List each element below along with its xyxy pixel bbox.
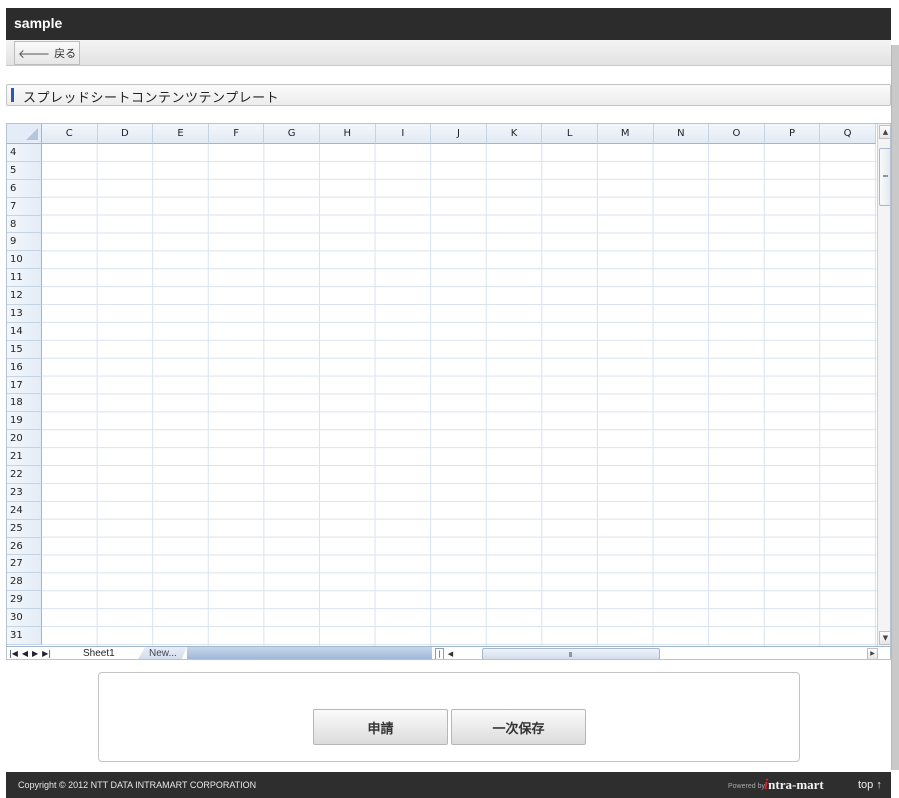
section-title: スプレッドシートコンテンツテンプレート [23,91,280,106]
first-sheet-icon[interactable]: |◀ [9,647,18,659]
spreadsheet-grid: CDEFGHIJKLMNOPQ 4 5 6 7 8 9 10 11 12 13 14 15 16 17 18… [7,124,877,646]
row-header[interactable]: 19 [7,412,42,431]
column-headers: CDEFGHIJKLMNOPQ [42,124,876,144]
row-header[interactable]: 7 [7,197,42,216]
row-header[interactable]: 8 [7,215,42,234]
row-header[interactable]: 29 [7,591,42,610]
horizontal-scrollbar[interactable]: | ◀ ▶ [435,647,885,659]
temp-save-button[interactable]: 一次保存 [451,709,586,745]
row-header[interactable]: 21 [7,448,42,467]
row-header[interactable]: 30 [7,609,42,628]
tab-splitter-icon[interactable]: | [435,648,444,659]
vertical-scrollbar[interactable]: ▲ ▼ [877,124,890,646]
page-scrollbar-thumb[interactable] [891,45,899,770]
vertical-scroll-thumb[interactable] [879,148,890,206]
back-button-label: 戻る [54,47,77,60]
row-header[interactable]: 5 [7,161,42,180]
column-header[interactable]: F [208,124,265,144]
row-header[interactable]: 20 [7,430,42,449]
column-header[interactable]: N [653,124,710,144]
tab-strip [187,647,432,659]
arrow-left-icon: 🡐 [17,46,51,61]
row-header[interactable]: 17 [7,376,42,395]
row-header[interactable]: 11 [7,269,42,288]
row-header[interactable]: 6 [7,179,42,198]
row-header[interactable]: 12 [7,287,42,306]
powered-by-text: Powered by [728,783,765,790]
column-header[interactable]: D [97,124,154,144]
app-title: sample [14,15,63,31]
row-header[interactable]: 26 [7,537,42,556]
row-header[interactable]: 13 [7,305,42,323]
column-header[interactable]: K [486,124,543,144]
section-accent-bar [11,88,14,102]
scroll-down-icon[interactable]: ▼ [879,631,890,645]
row-header[interactable]: 18 [7,394,42,413]
back-button[interactable]: 🡐 戻る [14,41,80,65]
row-header[interactable]: 23 [7,483,42,502]
row-header[interactable]: 22 [7,466,42,484]
scroll-right-icon[interactable]: ▶ [867,648,878,659]
row-header[interactable]: 28 [7,573,42,592]
horizontal-scroll-thumb[interactable] [482,648,660,659]
app-header: sample [6,8,891,40]
scroll-left-icon[interactable]: ◀ [446,648,455,659]
column-header[interactable]: P [764,124,821,144]
row-header[interactable]: 27 [7,555,42,574]
row-header[interactable]: 4 [7,144,42,162]
sheet-nav: |◀ ◀ ▶ ▶| [9,647,51,659]
row-header[interactable]: 24 [7,501,42,520]
row-header[interactable]: 25 [7,519,42,538]
column-header[interactable]: Q [820,124,876,144]
toolbar: 🡐 戻る [6,40,891,66]
column-header[interactable]: H [319,124,376,144]
column-header[interactable]: L [542,124,598,144]
column-header[interactable]: G [264,124,320,144]
sheet-tab-sheet1[interactable]: Sheet1 [79,647,141,659]
column-header[interactable]: J [431,124,487,144]
column-header[interactable]: E [153,124,209,144]
cell-area[interactable] [42,144,877,646]
scroll-up-icon[interactable]: ▲ [879,125,890,139]
row-header[interactable]: 9 [7,233,42,252]
sheet-tab-bar: |◀ ◀ ▶ ▶| Sheet1 New... | ◀ ▶ [7,646,890,660]
row-header[interactable]: 15 [7,340,42,359]
copyright-text: Copyright © 2012 NTT DATA INTRAMART CORP… [18,780,257,790]
column-header[interactable]: C [42,124,98,144]
intra-mart-logo: intra-mart [764,777,824,794]
select-all-corner[interactable] [7,124,42,144]
row-header[interactable]: 31 [7,627,42,645]
page-scrollbar[interactable] [891,0,899,798]
footer: Copyright © 2012 NTT DATA INTRAMART CORP… [6,772,891,798]
apply-button[interactable]: 申請 [313,709,448,745]
row-headers: 4 5 6 7 8 9 10 11 12 13 14 15 16 17 18 19 20 21 22 23 24 25 26… [7,144,42,645]
logo-text: ntra-mart [768,777,824,792]
column-header[interactable]: O [709,124,765,144]
row-header[interactable]: 16 [7,358,42,377]
corner-triangle-icon [26,128,38,140]
next-sheet-icon[interactable]: ▶ [32,647,38,659]
row-header[interactable]: 14 [7,322,42,341]
column-header[interactable]: I [375,124,432,144]
spreadsheet: CDEFGHIJKLMNOPQ 4 5 6 7 8 9 10 11 12 13 14 15 16 17 18… [6,123,891,660]
action-panel: 申請 一次保存 [98,672,800,762]
section-header: スプレッドシートコンテンツテンプレート [6,84,891,106]
new-sheet-tab[interactable]: New... [137,647,187,660]
back-to-top-link[interactable]: top ↑ [858,779,882,791]
row-header[interactable]: 10 [7,251,42,270]
prev-sheet-icon[interactable]: ◀ [22,647,28,659]
column-header[interactable]: M [597,124,654,144]
last-sheet-icon[interactable]: ▶| [42,647,51,659]
